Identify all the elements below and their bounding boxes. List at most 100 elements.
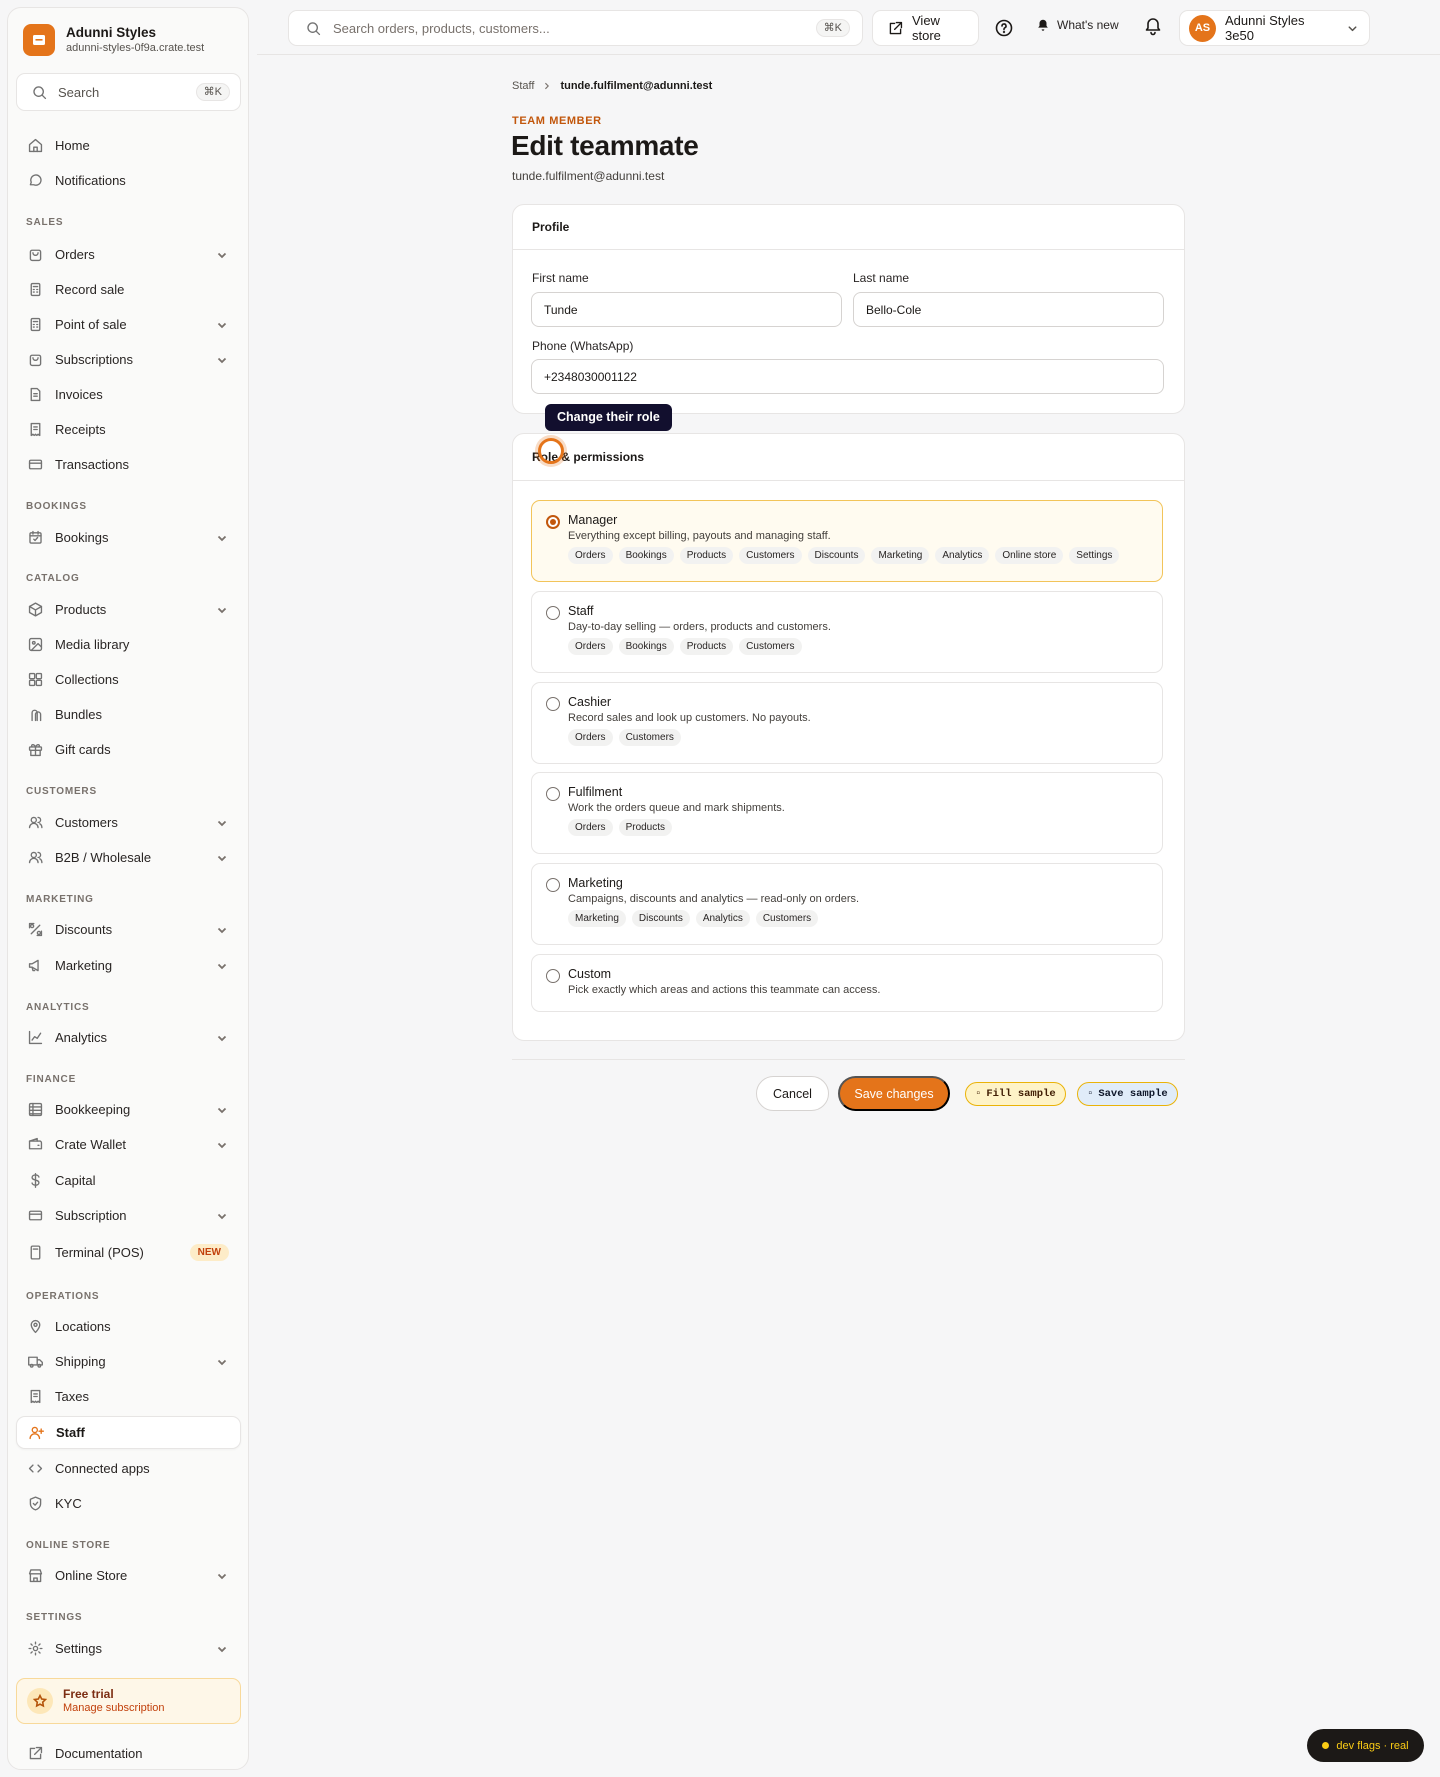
role-radio-cashier[interactable] bbox=[546, 697, 560, 711]
chevron-down-icon bbox=[215, 959, 229, 973]
free-trial-card[interactable]: Free trial Manage subscription bbox=[16, 1678, 241, 1724]
sidebar-search[interactable]: Search ⌘K bbox=[16, 73, 241, 111]
sidebar-item-subscriptions[interactable]: Subscriptions bbox=[16, 343, 241, 376]
permission-chip: Bookings bbox=[618, 638, 674, 655]
page-eyebrow: TEAM MEMBER bbox=[512, 115, 602, 127]
account-switcher[interactable]: AS Adunni Styles 3e50 bbox=[1179, 10, 1370, 46]
sidebar-item-bookings[interactable]: Bookings bbox=[16, 521, 241, 554]
save-changes-button[interactable]: Save changes bbox=[838, 1076, 950, 1111]
sidebar-item-bookkeeping[interactable]: Bookkeeping bbox=[16, 1093, 241, 1126]
sidebar-item-label: Point of sale bbox=[55, 317, 127, 332]
bag-icon bbox=[25, 245, 45, 265]
role-radio-fulfilment[interactable] bbox=[546, 787, 560, 801]
sidebar-item-staff[interactable]: Staff bbox=[16, 1416, 241, 1449]
role-option-fulfilment[interactable]: Fulfilment Work the orders queue and mar… bbox=[531, 772, 1163, 854]
role-radio-manager[interactable] bbox=[546, 515, 560, 529]
sidebar-item-invoices[interactable]: Invoices bbox=[16, 378, 241, 411]
sidebar-item-discounts[interactable]: Discounts bbox=[16, 913, 241, 946]
role-option-staff[interactable]: Staff Day-to-day selling — orders, produ… bbox=[531, 591, 1163, 673]
sidebar-item-label: Orders bbox=[55, 247, 95, 262]
view-store-button[interactable]: View store bbox=[872, 10, 979, 46]
sidebar-item-crate-wallet[interactable]: Crate Wallet bbox=[16, 1128, 241, 1161]
chevron-down-icon bbox=[215, 851, 229, 865]
global-search-placeholder: Search orders, products, customers... bbox=[333, 20, 550, 36]
role-option-custom[interactable]: Custom Pick exactly which areas and acti… bbox=[531, 954, 1163, 1012]
help-icon[interactable] bbox=[993, 17, 1015, 39]
save-sample-label: Save sample bbox=[1098, 1088, 1168, 1100]
cancel-button[interactable]: Cancel bbox=[756, 1076, 829, 1111]
chevron-down-icon bbox=[215, 603, 229, 617]
manage-subscription-link[interactable]: Manage subscription bbox=[63, 1701, 165, 1715]
sidebar-item-home[interactable]: Home bbox=[16, 129, 241, 162]
section-analytics: ANALYTICS bbox=[26, 1002, 90, 1013]
permission-chips: Orders Products bbox=[568, 819, 673, 836]
sidebar-item-bundles[interactable]: Bundles bbox=[16, 698, 241, 731]
whats-new-button[interactable]: What's new bbox=[1036, 18, 1119, 32]
permission-chip: Online store bbox=[995, 547, 1064, 564]
role-name: Cashier bbox=[568, 695, 612, 709]
dev-flags-badge[interactable]: dev flags · real bbox=[1307, 1729, 1424, 1762]
sidebar-item-subscription[interactable]: Subscription bbox=[16, 1199, 241, 1232]
sidebar-item-settings[interactable]: Settings bbox=[16, 1632, 241, 1665]
sidebar-item-notifications[interactable]: Notifications bbox=[16, 164, 241, 197]
calendar-icon bbox=[25, 528, 45, 548]
sidebar-item-point-of-sale[interactable]: Point of sale bbox=[16, 308, 241, 341]
sidebar-item-label: Settings bbox=[55, 1641, 102, 1656]
sidebar-item-collections[interactable]: Collections bbox=[16, 663, 241, 696]
search-icon bbox=[29, 82, 49, 102]
role-option-marketing[interactable]: Marketing Campaigns, discounts and analy… bbox=[531, 863, 1163, 945]
sidebar-item-shipping[interactable]: Shipping bbox=[16, 1345, 241, 1378]
line-chart-icon bbox=[25, 1028, 45, 1048]
role-radio-custom[interactable] bbox=[546, 969, 560, 983]
sidebar-item-transactions[interactable]: Transactions bbox=[16, 448, 241, 481]
sidebar-item-b2b-wholesale[interactable]: B2B / Wholesale bbox=[16, 841, 241, 874]
notifications-bell-icon[interactable] bbox=[1143, 16, 1163, 36]
sidebar-item-locations[interactable]: Locations bbox=[16, 1310, 241, 1343]
documentation-link[interactable]: Documentation bbox=[25, 1743, 142, 1763]
chevron-down-icon bbox=[215, 318, 229, 332]
permission-chip: Products bbox=[679, 638, 734, 655]
sidebar-item-online-store[interactable]: Online Store bbox=[16, 1559, 241, 1592]
sidebar-item-receipts[interactable]: Receipts bbox=[16, 413, 241, 446]
first-name-label: First name bbox=[532, 271, 589, 285]
credit-card-icon bbox=[25, 1206, 45, 1226]
receipt-icon bbox=[25, 1387, 45, 1407]
sidebar-item-products[interactable]: Products bbox=[16, 593, 241, 626]
sidebar-item-connected-apps[interactable]: Connected apps bbox=[16, 1452, 241, 1485]
receipt-icon bbox=[25, 420, 45, 440]
sidebar-item-label: Taxes bbox=[55, 1389, 89, 1404]
last-name-field[interactable]: Bello-Cole bbox=[853, 292, 1164, 327]
global-search-input[interactable]: Search orders, products, customers... ⌘K bbox=[288, 10, 863, 46]
section-customers: CUSTOMERS bbox=[26, 786, 97, 797]
phone-field[interactable]: +2348030001122 bbox=[531, 359, 1164, 394]
sidebar-item-label: Notifications bbox=[55, 173, 126, 188]
role-name: Fulfilment bbox=[568, 785, 623, 799]
sidebar-item-gift-cards[interactable]: Gift cards bbox=[16, 733, 241, 766]
role-radio-staff[interactable] bbox=[546, 606, 560, 620]
sidebar-item-customers[interactable]: Customers bbox=[16, 806, 241, 839]
external-link-icon bbox=[25, 1743, 45, 1763]
first-name-field[interactable]: Tunde bbox=[531, 292, 842, 327]
sidebar-item-capital[interactable]: Capital bbox=[16, 1164, 241, 1197]
sidebar-item-marketing[interactable]: Marketing bbox=[16, 949, 241, 982]
sidebar-item-kyc[interactable]: KYC bbox=[16, 1487, 241, 1520]
map-pin-icon bbox=[25, 1317, 45, 1337]
sidebar-item-label: Bookings bbox=[55, 530, 109, 545]
breadcrumb-staff-link[interactable]: Staff bbox=[512, 80, 534, 92]
sidebar-item-analytics[interactable]: Analytics bbox=[16, 1021, 241, 1054]
sidebar-item-taxes[interactable]: Taxes bbox=[16, 1380, 241, 1413]
sidebar-item-record-sale[interactable]: Record sale bbox=[16, 273, 241, 306]
bag-icon bbox=[25, 350, 45, 370]
permission-chip: Discounts bbox=[807, 547, 866, 564]
role-radio-marketing[interactable] bbox=[546, 878, 560, 892]
role-option-manager[interactable]: Manager Everything except billing, payou… bbox=[531, 500, 1163, 582]
search-shortcut: ⌘K bbox=[815, 19, 850, 37]
role-option-cashier[interactable]: Cashier Record sales and look up custome… bbox=[531, 682, 1163, 764]
teammate-email: tunde.fulfilment@adunni.test bbox=[512, 169, 665, 183]
fill-sample-button[interactable]: ▫ Fill sample bbox=[965, 1082, 1066, 1106]
save-sample-button[interactable]: ▫ Save sample bbox=[1077, 1082, 1178, 1106]
sidebar-item-terminal-pos[interactable]: Terminal (POS) NEW bbox=[16, 1236, 241, 1269]
brand[interactable]: Adunni Styles adunni-styles-0f9a.crate.t… bbox=[23, 24, 204, 56]
sidebar-item-media-library[interactable]: Media library bbox=[16, 628, 241, 661]
sidebar-item-orders[interactable]: Orders bbox=[16, 238, 241, 271]
